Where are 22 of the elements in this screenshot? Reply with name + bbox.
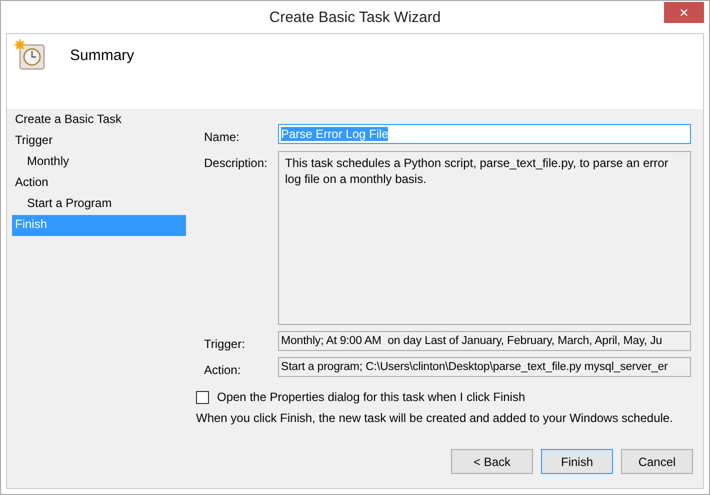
action-field[interactable]: Start a program; C:\Users\clinton\Desktop\parse_text_file.py mysql_server_er [278, 357, 691, 377]
checkbox[interactable] [196, 390, 209, 404]
window-title: Create Basic Task Wizard [269, 8, 441, 26]
dialog-button[interactable]: Finish [541, 449, 613, 474]
step-item[interactable]: Trigger [12, 131, 186, 152]
trigger-field[interactable]: Monthly; At 9:00 AM on day Last of January, February, March, April, May, Ju [278, 331, 691, 351]
info-text: When you click Finish, the new task will be created and added to your Windows schedule. [196, 411, 674, 425]
field-label: Action: [204, 362, 242, 377]
checkbox-label[interactable]: Open the Properties dialog for this task when I click Finish [217, 390, 526, 404]
step-item[interactable]: Action [12, 173, 186, 194]
step-item[interactable]: Create a Basic Task [12, 110, 186, 131]
field-label: Name: [204, 129, 240, 144]
dialog-button[interactable]: Cancel [621, 449, 693, 474]
clock-icon [14, 39, 46, 71]
field-label: Trigger: [204, 336, 246, 351]
page-title: Summary [70, 47, 134, 64]
step-item[interactable]: Start a Program [12, 194, 186, 215]
dialog-button[interactable]: < Back [451, 449, 533, 474]
close-button[interactable]: ✕ [664, 2, 704, 23]
step-item[interactable]: Monthly [12, 152, 186, 173]
field-label: Description: [204, 155, 268, 170]
description-field[interactable]: This task schedules a Python script, parse_text_file.py, to parse an error log file on a monthly basis. [278, 151, 691, 325]
